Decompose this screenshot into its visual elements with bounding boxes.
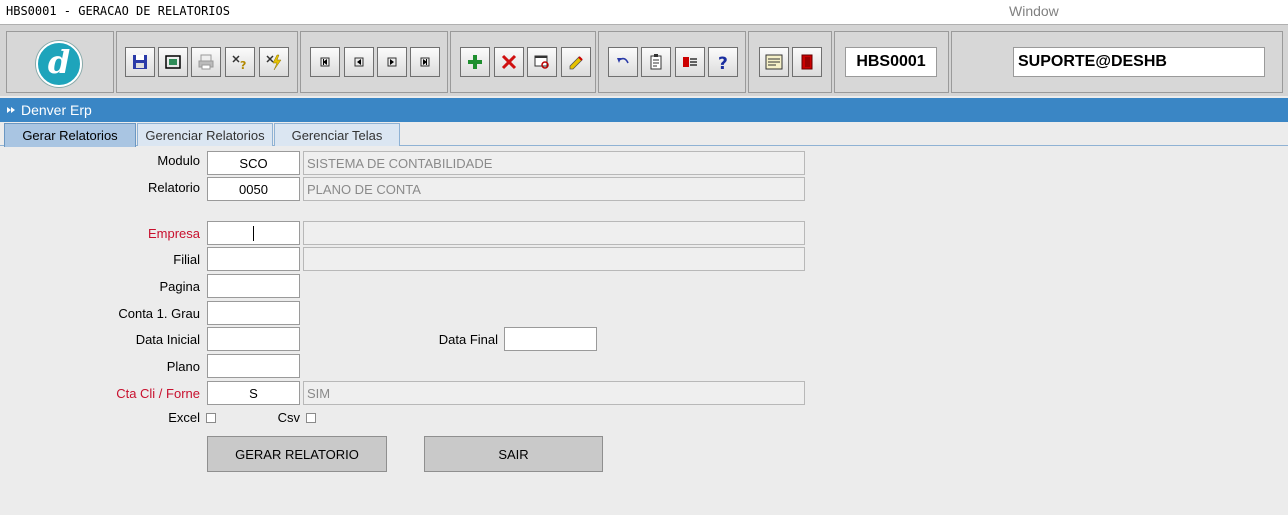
plano-field[interactable] xyxy=(207,354,300,378)
next-record-icon xyxy=(387,57,397,67)
undo-icon xyxy=(617,57,629,64)
gerar-relatorio-button[interactable]: GERAR RELATORIO xyxy=(207,436,387,472)
empresa-field[interactable] xyxy=(207,221,300,245)
clipboard-button[interactable] xyxy=(641,47,671,77)
tab-bar: Gerar Relatorios Gerenciar Relatorios Ge… xyxy=(0,122,1288,147)
empresa-description-field xyxy=(303,221,805,245)
frame-collapse-icon[interactable] xyxy=(6,105,16,115)
window-menu-item[interactable]: Window xyxy=(1009,3,1059,19)
clear-form-button[interactable] xyxy=(158,47,188,77)
frame-title: Denver Erp xyxy=(21,102,92,118)
print-icon xyxy=(198,54,214,70)
modulo-code-field[interactable]: SCO xyxy=(207,151,300,175)
cta-cli-label: Cta Cli / Forne xyxy=(116,386,200,401)
filial-field[interactable] xyxy=(207,247,300,271)
text-caret xyxy=(253,225,254,241)
clear-form-icon xyxy=(165,55,181,69)
plano-label: Plano xyxy=(166,359,200,374)
conta-label: Conta 1. Grau xyxy=(118,306,200,321)
edit-field-button[interactable] xyxy=(561,47,591,77)
svg-text:?: ? xyxy=(718,54,728,72)
cta-cli-description-field: SIM xyxy=(303,381,805,405)
window-title: HBS0001 - GERACAO DE RELATORIOS xyxy=(6,4,230,18)
tab-gerar-relatorios[interactable]: Gerar Relatorios xyxy=(4,123,136,147)
modulo-description-field: SISTEMA DE CONTABILIDADE xyxy=(303,151,805,175)
svg-text:?: ? xyxy=(240,59,246,72)
relatorio-code-field[interactable]: 0050 xyxy=(207,177,300,201)
frame-title-bar: Denver Erp xyxy=(0,98,1288,122)
conta-field[interactable] xyxy=(207,301,300,325)
relatorio-label: Relatorio xyxy=(147,180,200,195)
undo-button[interactable] xyxy=(608,47,638,77)
pagina-field[interactable] xyxy=(207,274,300,298)
list-values-icon xyxy=(683,57,697,67)
denver-logo: d xyxy=(36,41,82,87)
delete-record-button[interactable] xyxy=(494,47,524,77)
sair-button[interactable]: SAIR xyxy=(424,436,603,472)
next-record-button[interactable] xyxy=(377,47,407,77)
filial-description-field xyxy=(303,247,805,271)
toolbar: d ? ? HBS0001 SUPORTE@DESHB xyxy=(0,24,1288,96)
help-button[interactable]: ? xyxy=(708,47,738,77)
duplicate-record-icon xyxy=(534,55,549,69)
insert-record-icon xyxy=(468,55,482,69)
delete-record-icon xyxy=(501,54,517,70)
first-record-icon xyxy=(320,57,330,67)
cta-cli-field[interactable]: S xyxy=(207,381,300,405)
exit-button[interactable] xyxy=(792,47,822,77)
relatorio-description-field: PLANO DE CONTA xyxy=(303,177,805,201)
modulo-label: Modulo xyxy=(157,153,200,168)
menu-button[interactable] xyxy=(759,47,789,77)
user-display: SUPORTE@DESHB xyxy=(1013,47,1265,77)
help-icon: ? xyxy=(718,54,728,72)
execute-query-icon xyxy=(266,54,282,71)
previous-record-icon xyxy=(354,57,364,67)
previous-record-button[interactable] xyxy=(344,47,374,77)
menu-icon xyxy=(765,54,783,70)
query-button[interactable]: ? xyxy=(225,47,255,77)
edit-field-icon xyxy=(569,56,583,70)
pagina-label: Pagina xyxy=(159,279,200,294)
data-final-field[interactable] xyxy=(504,327,597,351)
data-inicial-field[interactable] xyxy=(207,327,300,351)
data-final-label: Data Final xyxy=(438,332,498,347)
csv-label: Csv xyxy=(277,410,300,425)
first-record-button[interactable] xyxy=(310,47,340,77)
form-code-display: HBS0001 xyxy=(845,47,937,77)
logo-letter: d xyxy=(47,43,71,81)
filial-label: Filial xyxy=(173,252,200,267)
exit-icon xyxy=(801,54,813,70)
clipboard-icon xyxy=(650,54,662,70)
duplicate-record-button[interactable] xyxy=(527,47,557,77)
data-inicial-label: Data Inicial xyxy=(135,332,200,347)
last-record-button[interactable] xyxy=(410,47,440,77)
tab-gerenciar-telas[interactable]: Gerenciar Telas xyxy=(274,123,400,146)
print-button[interactable] xyxy=(191,47,221,77)
save-button[interactable] xyxy=(125,47,155,77)
execute-query-button[interactable] xyxy=(259,47,289,77)
list-values-button[interactable] xyxy=(675,47,705,77)
save-icon xyxy=(133,55,147,69)
query-icon: ? xyxy=(232,55,246,72)
insert-record-button[interactable] xyxy=(460,47,490,77)
tab-gerenciar-relatorios[interactable]: Gerenciar Relatorios xyxy=(137,123,273,146)
csv-checkbox[interactable] xyxy=(306,413,316,423)
empresa-label: Empresa xyxy=(147,226,200,241)
last-record-icon xyxy=(420,57,430,67)
window-menu-bar: HBS0001 - GERACAO DE RELATORIOS Window xyxy=(0,0,1288,24)
